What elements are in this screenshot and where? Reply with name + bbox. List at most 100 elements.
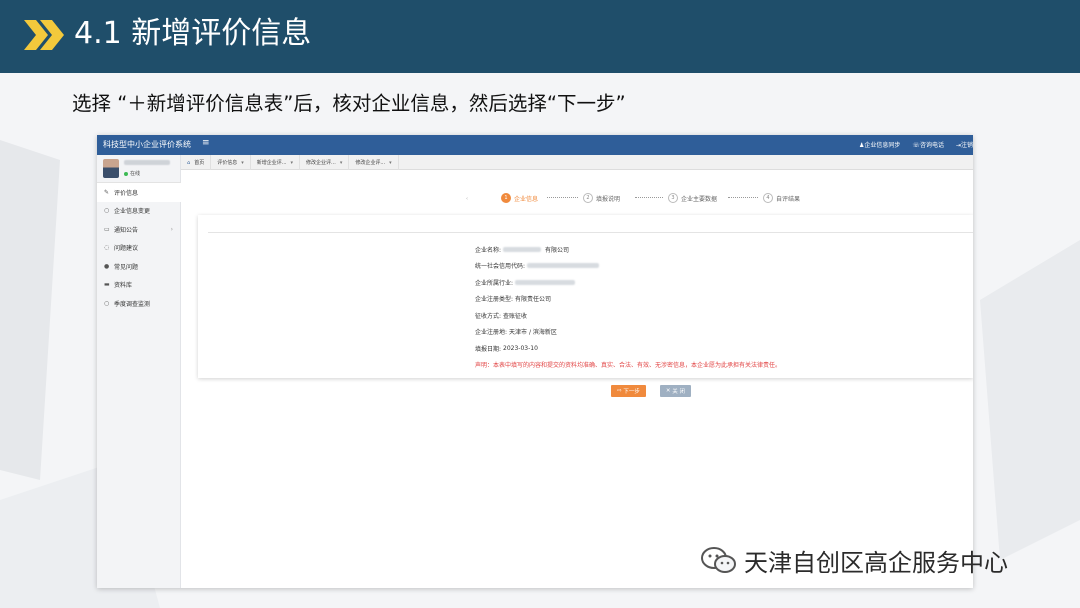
wechat-icon: [701, 546, 736, 573]
folder-icon: ▬: [104, 281, 110, 289]
step-4: 4 自评结果: [763, 193, 800, 203]
sidebar-item[interactable]: ◌ 问题建议: [97, 239, 181, 258]
step-connector: [547, 197, 578, 198]
tab-item[interactable]: 修改企业评... ▾: [349, 155, 399, 170]
tab-item[interactable]: 修改企业评... ▾: [300, 155, 350, 170]
field-value: 有限责任公司: [515, 296, 552, 304]
sidebar-item[interactable]: ○ 企业信息变更: [97, 202, 181, 221]
step-label: 企业信息: [514, 195, 539, 203]
tab-close-icon[interactable]: ▾: [340, 160, 343, 166]
step-2: 2 填报说明: [583, 193, 620, 203]
sidebar-item-label: 评价信息: [114, 189, 139, 197]
redacted-value: [515, 279, 576, 285]
header-link-label: 咨询电话: [919, 142, 944, 149]
step-number: 1: [501, 193, 511, 203]
tab-close-icon[interactable]: ▾: [291, 160, 294, 166]
user-panel: 在线: [97, 155, 181, 183]
field-value: 天津市 / 滨海新区: [509, 329, 557, 337]
phone-icon: ☏: [912, 142, 920, 149]
tab-item[interactable]: 评价信息 ▾: [211, 155, 251, 170]
avatar: [103, 159, 119, 178]
tab-item[interactable]: ⌂ 首页: [181, 155, 212, 170]
header-links: ♟企业信息同步 ☏咨询电话 ⇥注销: [859, 140, 973, 149]
hamburger-icon[interactable]: ≡: [202, 138, 210, 148]
watermark-text: 天津自创区高企服务中心: [744, 549, 1008, 577]
field-label: 企业所属行业:: [475, 279, 514, 287]
sidebar-item[interactable]: ● 常见问题: [97, 257, 181, 276]
edit-icon: ✎: [104, 188, 110, 196]
question-icon: ●: [104, 262, 110, 270]
redacted-value: [527, 263, 600, 269]
user-status-label: 在线: [130, 171, 141, 177]
close-label: 关 闭: [672, 389, 685, 395]
instruction-text: 选择 “＋新增评价信息表”后，核对企业信息，然后选择“下一步”: [72, 92, 626, 115]
app-header: 科技型中小企业评价系统 ≡ ♟企业信息同步 ☏咨询电话 ⇥注销: [97, 135, 973, 155]
step-connector: [728, 197, 758, 198]
header-link[interactable]: ⇥注销: [956, 140, 973, 149]
header-link-label: 注销: [960, 142, 973, 149]
step-number: 3: [668, 193, 678, 203]
sidebar-item-label: 季度调查监测: [114, 300, 151, 308]
step-number: 2: [583, 193, 593, 203]
title-banner: 4.1 新增评价信息: [0, 0, 1080, 73]
header-link[interactable]: ♟企业信息同步: [859, 140, 900, 149]
next-step-button[interactable]: ⇨ 下一步: [611, 385, 646, 397]
user-name-blurred: [124, 160, 170, 165]
sidebar-item-label: 问题建议: [114, 245, 139, 253]
step-connector: [635, 197, 663, 198]
tab-label: 首页: [194, 160, 205, 166]
app-title: 科技型中小企业评价系统: [103, 140, 191, 149]
step-progress: ‹ 1 企业信息 2 填报说明 3 企业主要数据 4 自评结果: [190, 183, 973, 213]
divider: [208, 232, 973, 233]
sidebar-item[interactable]: ○ 季度调查监测: [97, 294, 181, 313]
field-label: 统一社会信用代码:: [475, 263, 526, 271]
header-link[interactable]: ☏咨询电话: [912, 140, 944, 149]
field-row: 企业名称: 有限公司: [475, 241, 781, 258]
sidebar-item-label: 常见问题: [114, 263, 139, 271]
main-content: ‹ 1 企业信息 2 填报说明 3 企业主要数据 4 自评结果 企业名称: 有限公司统一社会信用代…: [190, 183, 973, 407]
step-label: 企业主要数据: [681, 195, 718, 203]
sidebar-item[interactable]: ✎ 评价信息: [97, 183, 181, 202]
chevron-right-icon: ›: [170, 225, 173, 233]
tab-label: 修改企业评...: [355, 160, 386, 166]
sidebar-nav: ✎ 评价信息 ○ 企业信息变更 ▭ 通知公告 › ◌ 问题建议 ● 常见问题 ▬ 资料库 ○ 季度调查监测: [97, 183, 181, 313]
next-step-label: 下一步: [623, 389, 640, 395]
field-label: 填报日期:: [475, 345, 502, 353]
watermark: 天津自创区高企服务中心: [700, 543, 1008, 578]
field-label: 企业注册地:: [475, 329, 508, 337]
company-fields: 企业名称: 有限公司统一社会信用代码: 企业所属行业: 企业注册类型: 有限责任公司 征收…: [475, 241, 781, 373]
home-icon: ⌂: [187, 159, 191, 166]
field-row: 征收方式: 查账征收: [475, 307, 781, 324]
user-status: 在线: [124, 170, 140, 177]
sidebar-item-label: 企业信息变更: [114, 208, 151, 216]
redacted-value: [503, 246, 542, 252]
field-row: 企业所属行业:: [475, 274, 781, 291]
tab-label: 评价信息: [217, 160, 238, 166]
online-dot-icon: [124, 171, 128, 176]
sidebar-item[interactable]: ▭ 通知公告 ›: [97, 220, 181, 239]
sidebar-item[interactable]: ▬ 资料库: [97, 276, 181, 295]
header-link-label: 企业信息同步: [864, 142, 901, 149]
field-row: 企业注册类型: 有限责任公司: [475, 291, 781, 308]
sidebar: 在线 ✎ 评价信息 ○ 企业信息变更 ▭ 通知公告 › ◌ 问题建议 ● 常见问题 ▬ 资料库 ○ 季度调查…: [97, 155, 181, 588]
company-info-card: 企业名称: 有限公司统一社会信用代码: 企业所属行业: 企业注册类型: 有限责任公司 征收…: [198, 215, 973, 378]
field-row: 填报日期: 2023-03-10: [475, 340, 781, 357]
chevron-arrows-icon: [24, 20, 64, 50]
step-label: 填报说明: [596, 195, 621, 203]
close-button[interactable]: ✕ 关 闭: [659, 385, 691, 397]
tab-close-icon[interactable]: ▾: [241, 160, 244, 166]
step-1: 1 企业信息: [501, 193, 538, 203]
declaration-text: 声明：本表中填写的内容和提交的资料均准确、真实、合法、有效、无涉密信息，本企业愿…: [475, 362, 782, 370]
field-value: 有限公司: [545, 246, 570, 254]
step-marker-icon: ‹: [466, 196, 468, 202]
notice-icon: ▭: [104, 225, 110, 233]
tab-item[interactable]: 新增企业评... ▾: [251, 155, 301, 170]
circle-icon: ○: [104, 207, 110, 215]
tab-close-icon[interactable]: ▾: [389, 160, 392, 166]
sidebar-item-label: 资料库: [114, 282, 133, 290]
field-label: 企业名称:: [475, 246, 502, 254]
step-number: 4: [763, 193, 773, 203]
field-value: 查账征收: [503, 312, 528, 320]
tab-label: 新增企业评...: [256, 160, 287, 166]
circle-icon: ○: [104, 299, 110, 307]
